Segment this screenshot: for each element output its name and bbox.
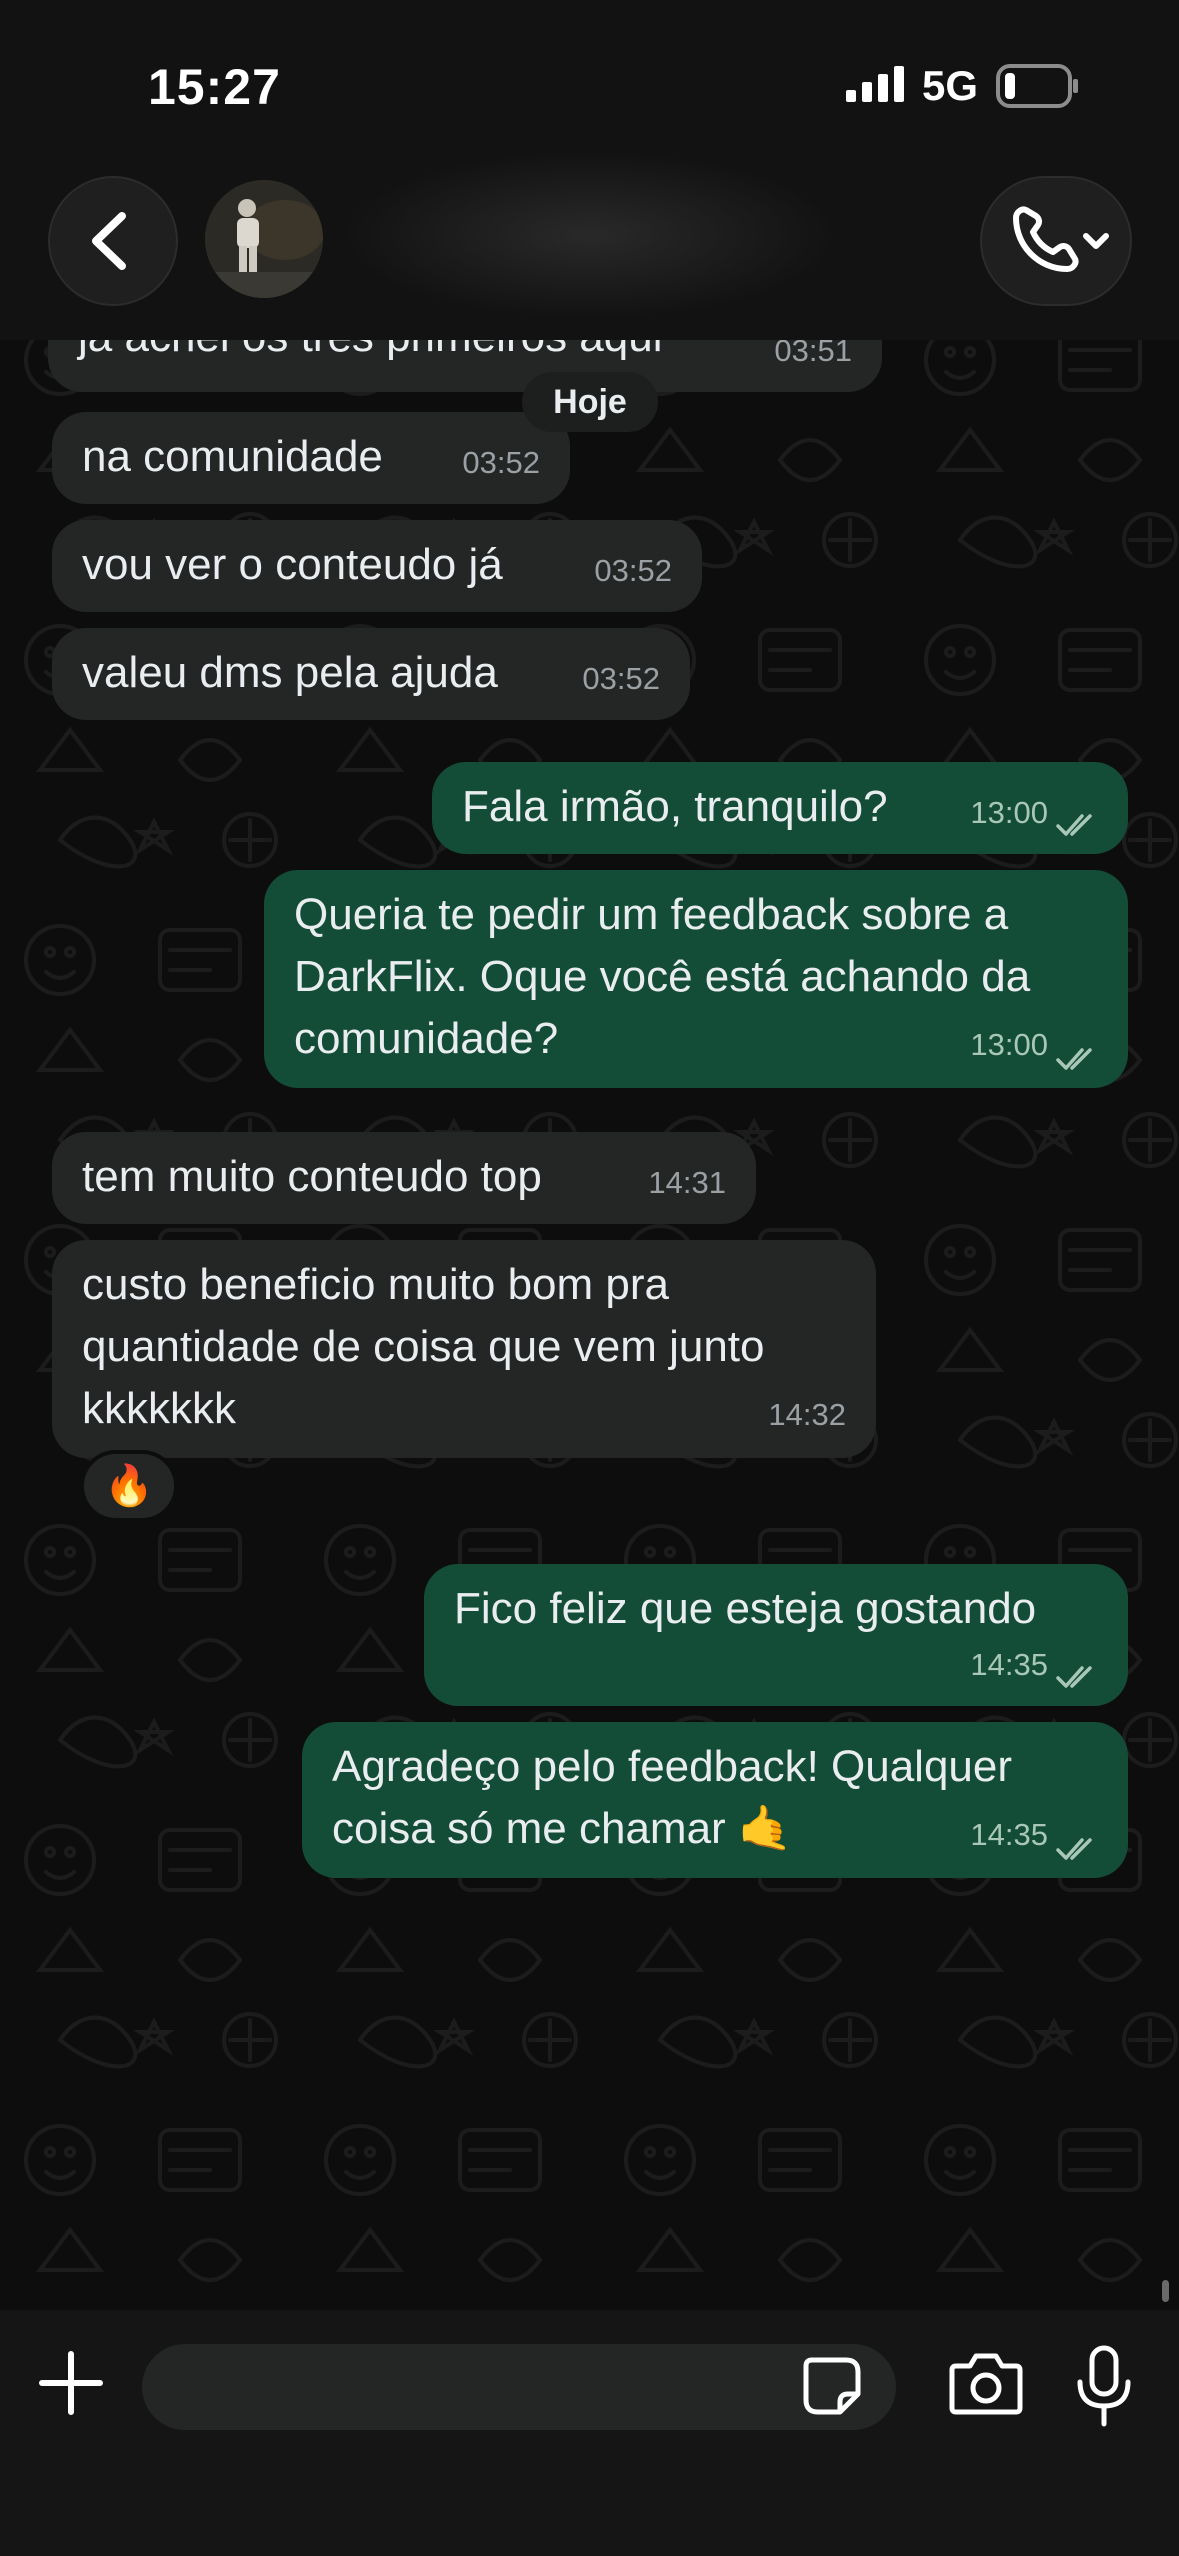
- incoming-message[interactable]: tem muito conteudo top 14:31: [52, 1132, 756, 1224]
- message-time: 13:00: [970, 1027, 1048, 1062]
- incoming-message[interactable]: vou ver o conteudo já 03:52: [52, 520, 702, 612]
- incoming-message[interactable]: valeu dms pela ajuda 03:52: [52, 628, 690, 720]
- avatar[interactable]: [205, 180, 323, 298]
- message-line: custo beneficio muito bom pra: [82, 1260, 669, 1309]
- message-line: Agradeço pelo feedback! Qualquer: [332, 1742, 1013, 1791]
- message-line: Fala irmão, tranquilo?: [462, 782, 888, 831]
- message-text: vou ver o conteudo já: [82, 534, 503, 596]
- message-line: quantidade de coisa que vem junto: [82, 1322, 765, 1371]
- message-text: valeu dms pela ajuda: [82, 642, 498, 704]
- double-check-icon: [1056, 1666, 1092, 1688]
- message-time: 03:52: [462, 445, 540, 480]
- message-time: 03:52: [582, 661, 660, 696]
- attach-button[interactable]: [36, 2348, 106, 2418]
- incoming-message[interactable]: custo beneficio muito bom pra quantidade …: [52, 1240, 876, 1458]
- outgoing-message[interactable]: Fala irmão, tranquilo? 13:00: [432, 762, 1128, 854]
- message-text: Fico feliz que esteja gostando: [454, 1578, 1036, 1640]
- sticker-button[interactable]: [800, 2354, 864, 2418]
- call-button[interactable]: [980, 176, 1132, 306]
- message-line: DarkFlix. Oque você está achando da: [294, 952, 1031, 1001]
- camera-icon: [949, 2353, 1023, 2415]
- network-type: 5G: [922, 62, 979, 109]
- double-check-icon: [1056, 1048, 1092, 1070]
- message-line: tem muito conteudo top: [82, 1152, 542, 1201]
- contact-name-blurred[interactable]: [340, 150, 840, 320]
- message-text: Agradeço pelo feedback! Qualquer coisa só…: [332, 1736, 1012, 1860]
- double-check-icon: [1056, 1838, 1092, 1860]
- scrollbar[interactable]: [1162, 2280, 1169, 2302]
- message-line: Queria te pedir um feedback sobre a: [294, 890, 1009, 939]
- signal-icon: [846, 66, 908, 107]
- status-time: 15:27: [148, 59, 281, 115]
- date-separator: Hoje: [522, 372, 658, 432]
- back-button[interactable]: [48, 176, 178, 306]
- double-check-icon: [1056, 814, 1092, 836]
- plus-icon: [39, 2351, 103, 2415]
- camera-button[interactable]: [948, 2350, 1024, 2416]
- chevron-left-icon: [92, 212, 126, 270]
- message-line: vou ver o conteudo já: [82, 540, 503, 589]
- message-input[interactable]: [142, 2344, 896, 2430]
- microphone-button[interactable]: [1074, 2344, 1134, 2428]
- outgoing-message[interactable]: Fico feliz que esteja gostando 14:35: [424, 1564, 1128, 1706]
- message-time: 14:35: [970, 1817, 1048, 1852]
- message-text: Queria te pedir um feedback sobre a DarkF…: [294, 884, 1030, 1070]
- outgoing-message[interactable]: Queria te pedir um feedback sobre a DarkF…: [264, 870, 1128, 1088]
- message-reaction[interactable]: 🔥: [80, 1450, 178, 1522]
- message-line: na comunidade: [82, 432, 383, 481]
- message-time: 14:32: [768, 1397, 846, 1432]
- message-line: kkkkkkk: [82, 1384, 236, 1433]
- message-text: Fala irmão, tranquilo?: [462, 776, 888, 838]
- chevron-down-icon: [1083, 233, 1109, 249]
- microphone-icon: [1077, 2345, 1131, 2427]
- incoming-message[interactable]: na comunidade 03:52: [52, 412, 570, 504]
- message-line: comunidade?: [294, 1014, 559, 1063]
- sticker-icon: [803, 2357, 861, 2415]
- message-text: custo beneficio muito bom pra quantidade …: [82, 1254, 765, 1440]
- message-line: valeu dms pela ajuda: [82, 648, 498, 697]
- message-line: coisa só me chamar 🤙: [332, 1804, 793, 1853]
- battery-icon: [996, 64, 1080, 113]
- message-text: tem muito conteudo top: [82, 1146, 542, 1208]
- message-time: 13:00: [970, 795, 1048, 830]
- outgoing-message[interactable]: Agradeço pelo feedback! Qualquer coisa só…: [302, 1722, 1128, 1878]
- message-time: 14:31: [648, 1165, 726, 1200]
- message-text: na comunidade: [82, 426, 383, 488]
- phone-icon: [1013, 206, 1109, 272]
- message-time: 03:52: [594, 553, 672, 588]
- message-line: Fico feliz que esteja gostando: [454, 1584, 1037, 1633]
- message-time: 14:35: [970, 1647, 1048, 1682]
